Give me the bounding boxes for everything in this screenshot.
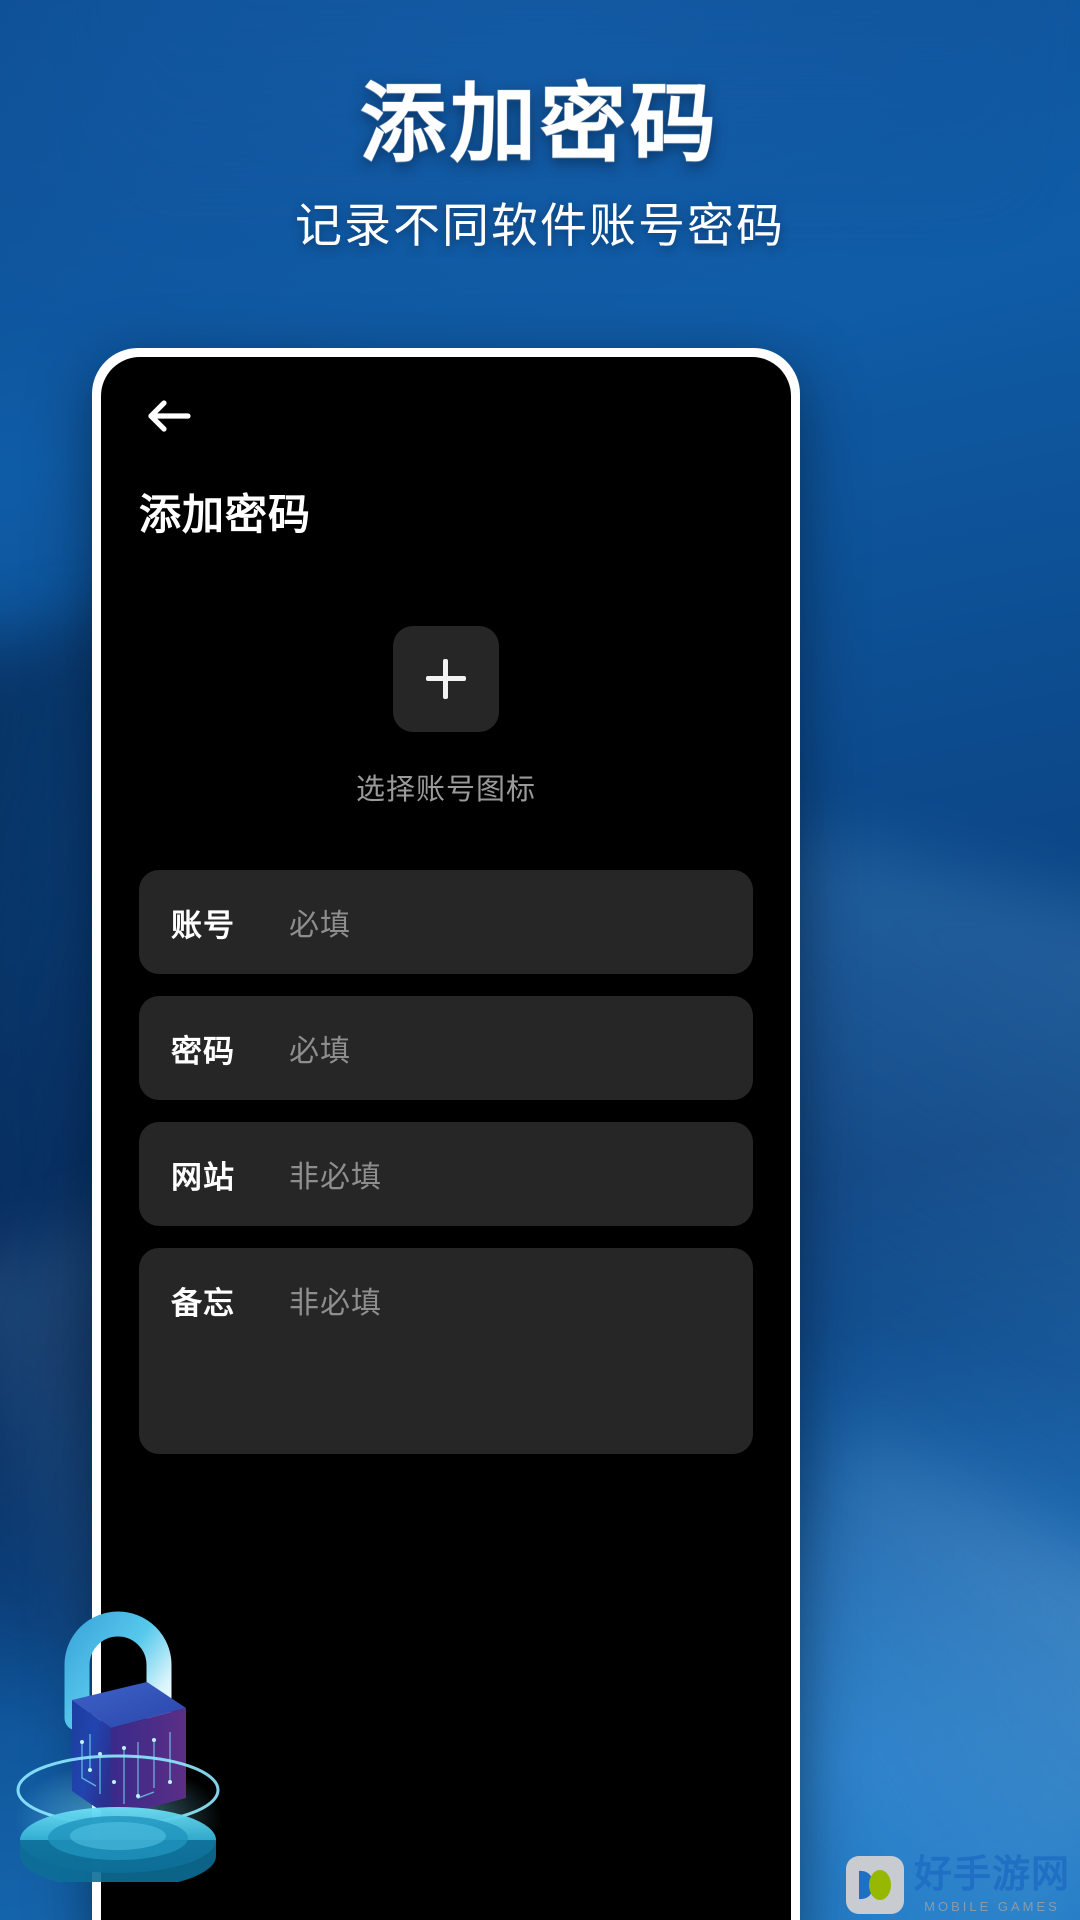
watermark-text: 好手游网 MOBILE GAMES — [914, 1856, 1070, 1914]
field-row-account[interactable]: 账号 必填 — [139, 870, 753, 974]
website-input[interactable]: 非必填 — [289, 1152, 382, 1196]
page-title: 添加密码 — [139, 491, 312, 538]
watermark-name: 好手游网 — [913, 1854, 1070, 1896]
icon-picker-label: 选择账号图标 — [355, 774, 536, 806]
app-store-logo-icon — [845, 1856, 904, 1914]
back-button[interactable] — [139, 387, 197, 445]
field-label: 账号 — [171, 907, 235, 943]
watermark: 好手游网 MOBILE GAMES — [845, 1856, 1070, 1914]
phone-mockup: 添加密码 选择账号图标 账号 必填 密码 必填 网站 非必填 备忘 非必填 — [92, 348, 800, 1920]
memo-input[interactable]: 非必填 — [289, 1278, 382, 1322]
password-input[interactable]: 必填 — [289, 1026, 351, 1070]
field-row-memo[interactable]: 备忘 非必填 — [139, 1248, 753, 1454]
arrow-left-icon — [144, 396, 192, 436]
app-navbar — [101, 357, 791, 475]
field-row-website[interactable]: 网站 非必填 — [139, 1122, 753, 1226]
promo-header: 添加密码 记录不同软件账号密码 — [0, 74, 1080, 256]
promo-page: 添加密码 记录不同软件账号密码 添加密码 选择账号图标 账号 必填 密码 必填 … — [0, 0, 1080, 1920]
field-label: 网站 — [171, 1159, 235, 1195]
promo-subtitle: 记录不同软件账号密码 — [295, 198, 785, 252]
form-fields: 账号 必填 密码 必填 网站 非必填 备忘 非必填 — [101, 870, 791, 1454]
field-row-password[interactable]: 密码 必填 — [139, 996, 753, 1100]
field-label: 备忘 — [171, 1286, 235, 1321]
phone-screen: 添加密码 选择账号图标 账号 必填 密码 必填 网站 非必填 备忘 非必填 — [101, 357, 791, 1920]
field-label: 密码 — [171, 1033, 235, 1069]
plus-icon — [426, 659, 466, 699]
account-input[interactable]: 必填 — [289, 900, 351, 944]
choose-icon-button[interactable] — [393, 626, 499, 732]
icon-picker-section: 选择账号图标 — [101, 626, 791, 808]
promo-title: 添加密码 — [360, 74, 720, 174]
watermark-tagline: MOBILE GAMES — [924, 1899, 1060, 1914]
